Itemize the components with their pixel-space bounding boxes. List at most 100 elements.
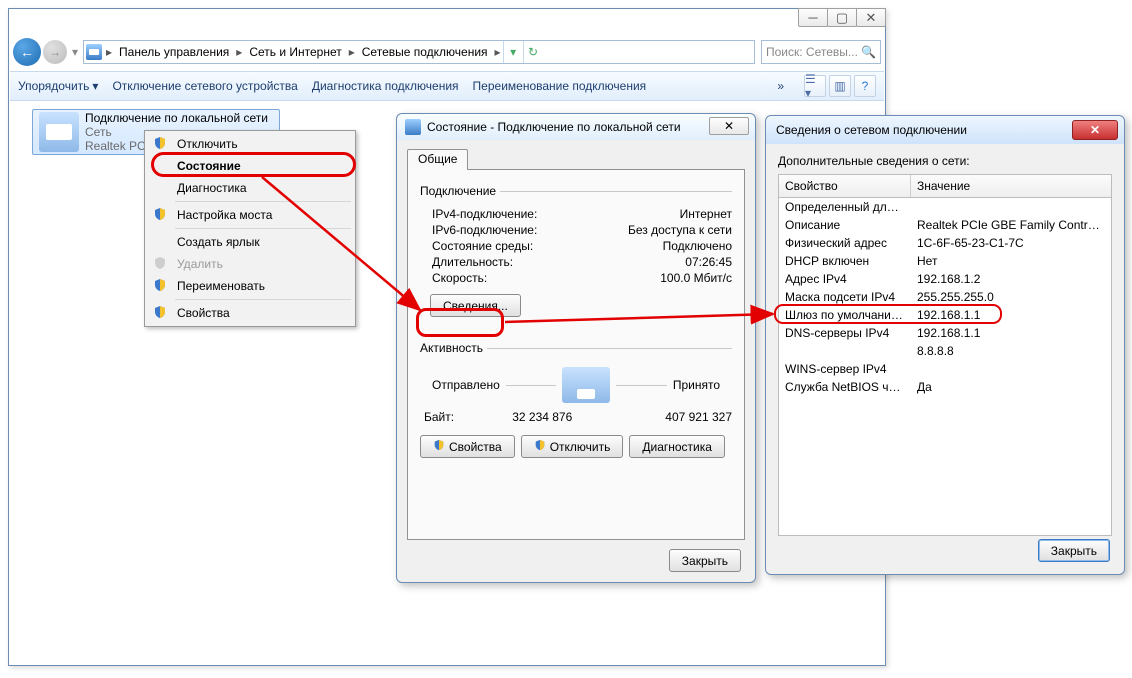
separator: [175, 299, 351, 300]
chevron-right-icon: ▸: [347, 45, 357, 59]
preview-pane-button[interactable]: ▥: [829, 75, 851, 97]
chevron-right-icon: ▸: [493, 45, 503, 59]
shield-icon: [153, 256, 167, 270]
rename-button[interactable]: Переименование подключения: [473, 79, 647, 93]
ctx-shortcut[interactable]: Создать ярлык: [147, 231, 353, 253]
ipv4-value: Интернет: [680, 207, 732, 221]
shield-icon: [534, 439, 546, 454]
chevron-right-icon: ▸: [104, 45, 114, 59]
list-row[interactable]: Адрес IPv4192.168.1.2: [779, 270, 1111, 288]
property-cell: Служба NetBIOS через...: [779, 379, 911, 395]
tab-strip: Общие: [407, 148, 745, 170]
shield-icon: [153, 278, 167, 292]
bytes-label: Байт:: [424, 410, 479, 424]
disable-device-button[interactable]: Отключение сетевого устройства: [112, 79, 297, 93]
list-row[interactable]: Маска подсети IPv4255.255.255.0: [779, 288, 1111, 306]
window-controls: ─ ▢ ✕: [799, 8, 886, 27]
list-row[interactable]: DHCP включенНет: [779, 252, 1111, 270]
close-button[interactable]: ✕: [856, 8, 886, 27]
organize-menu[interactable]: Упорядочить ▾: [18, 79, 98, 93]
ctx-properties[interactable]: Свойства: [147, 302, 353, 324]
property-cell: WINS-сервер IPv4: [779, 361, 911, 377]
value-cell: 192.168.1.1: [911, 307, 1111, 323]
ctx-rename[interactable]: Переименовать: [147, 275, 353, 297]
media-label: Состояние среды:: [432, 239, 663, 253]
property-cell: Физический адрес: [779, 235, 911, 251]
network-icon: [86, 44, 102, 60]
diagnose-button[interactable]: Диагностика: [629, 435, 725, 458]
breadcrumb-1[interactable]: Панель управления: [114, 43, 234, 61]
ipv4-label: IPv4-подключение:: [432, 207, 680, 221]
address-bar[interactable]: ▸ Панель управления ▸ Сеть и Интернет ▸ …: [83, 40, 755, 64]
connection-name: Подключение по локальной сети: [85, 111, 268, 125]
list-row[interactable]: DNS-серверы IPv4192.168.1.1: [779, 324, 1111, 342]
breadcrumb-2[interactable]: Сеть и Интернет: [244, 43, 346, 61]
status-titlebar[interactable]: Состояние - Подключение по локальной сет…: [397, 114, 755, 140]
tab-panel: Подключение IPv4-подключение:Интернет IP…: [407, 169, 745, 540]
property-cell: Описание: [779, 217, 911, 233]
context-menu: Отключить Состояние Диагностика Настройк…: [144, 130, 356, 327]
network-icon: [405, 119, 421, 135]
details-list[interactable]: Определенный для по...ОписаниеRealtek PC…: [778, 198, 1112, 536]
minimize-button[interactable]: ─: [798, 8, 828, 27]
help-button[interactable]: ?: [854, 75, 876, 97]
close-button[interactable]: ✕: [709, 117, 749, 135]
bytes-sent: 32 234 876: [479, 410, 606, 424]
ctx-status[interactable]: Состояние: [147, 155, 353, 177]
value-cell: [911, 361, 1111, 377]
recv-label: Принято: [673, 378, 720, 392]
ctx-diagnose[interactable]: Диагностика: [147, 177, 353, 199]
list-row[interactable]: ОписаниеRealtek PCIe GBE Family Controll…: [779, 216, 1111, 234]
close-button[interactable]: Закрыть: [1038, 539, 1110, 562]
ipv6-label: IPv6-подключение:: [432, 223, 628, 237]
ctx-bridge[interactable]: Настройка моста: [147, 204, 353, 226]
sent-label: Отправлено: [432, 378, 500, 392]
property-cell: DNS-серверы IPv4: [779, 325, 911, 341]
list-row[interactable]: 8.8.8.8: [779, 342, 1111, 360]
list-row[interactable]: Шлюз по умолчанию IP...192.168.1.1: [779, 306, 1111, 324]
search-icon: 🔍: [861, 45, 876, 59]
tab-general[interactable]: Общие: [407, 149, 468, 170]
list-row[interactable]: Служба NetBIOS через...Да: [779, 378, 1111, 396]
properties-button[interactable]: Свойства: [420, 435, 515, 458]
chevron-right-icon: ▸: [234, 45, 244, 59]
property-cell: Маска подсети IPv4: [779, 289, 911, 305]
nav-history-dropdown[interactable]: ▾: [69, 45, 81, 59]
search-input[interactable]: Поиск: Сетевы... 🔍: [761, 40, 881, 64]
address-dropdown[interactable]: ▾: [503, 41, 523, 63]
ctx-disable[interactable]: Отключить: [147, 133, 353, 155]
close-button[interactable]: Закрыть: [669, 549, 741, 572]
back-button[interactable]: ←: [13, 38, 41, 66]
disable-button[interactable]: Отключить: [521, 435, 624, 458]
value-cell: [911, 199, 1111, 215]
breadcrumb-3[interactable]: Сетевые подключения: [357, 43, 493, 61]
list-row[interactable]: Физический адрес1C-6F-65-23-C1-7C: [779, 234, 1111, 252]
ipv6-value: Без доступа к сети: [628, 223, 732, 237]
separator: [175, 228, 351, 229]
details-label: Дополнительные сведения о сети:: [778, 154, 1112, 168]
status-title-text: Состояние - Подключение по локальной сет…: [427, 120, 681, 134]
list-row[interactable]: Определенный для по...: [779, 198, 1111, 216]
value-cell: 8.8.8.8: [911, 343, 1111, 359]
property-cell: [779, 343, 911, 359]
refresh-button[interactable]: ↻: [523, 41, 543, 63]
value-cell: 192.168.1.1: [911, 325, 1111, 341]
search-placeholder: Поиск: Сетевы...: [766, 45, 858, 59]
details-titlebar[interactable]: Сведения о сетевом подключении: [766, 116, 1124, 144]
col-value[interactable]: Значение: [911, 175, 1111, 197]
media-value: Подключено: [663, 239, 732, 253]
forward-button[interactable]: →: [43, 40, 67, 64]
view-button[interactable]: ☰ ▾: [804, 75, 826, 97]
toolbar-overflow[interactable]: »: [771, 76, 790, 96]
details-button[interactable]: Сведения...: [430, 294, 521, 317]
shield-icon: [153, 136, 167, 150]
group-activity: Активность: [420, 341, 483, 355]
close-button[interactable]: ✕: [1072, 120, 1118, 140]
nav-bar: ← → ▾ ▸ Панель управления ▸ Сеть и Интер…: [13, 37, 881, 67]
maximize-button[interactable]: ▢: [827, 8, 857, 27]
list-row[interactable]: WINS-сервер IPv4: [779, 360, 1111, 378]
diagnose-button[interactable]: Диагностика подключения: [312, 79, 459, 93]
details-title-text: Сведения о сетевом подключении: [776, 123, 967, 137]
property-cell: DHCP включен: [779, 253, 911, 269]
col-property[interactable]: Свойство: [779, 175, 911, 197]
